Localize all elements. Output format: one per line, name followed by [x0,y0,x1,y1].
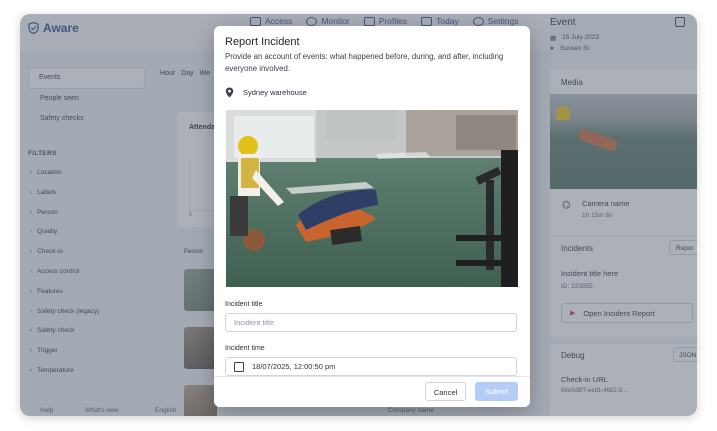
incident-location-text: Sydney warehouse [243,88,307,97]
incident-title-input[interactable] [234,318,494,327]
location-pin-icon [225,87,234,98]
incident-time-value: 18/07/2025, 12:00:50 pm [252,362,336,371]
dialog-description: Provide an account of events: what happe… [225,52,504,73]
dialog-footer: Cancel Submit [214,376,530,407]
incident-photo-image [226,110,518,287]
incident-time-label: Incident time [225,345,265,352]
incident-time-field[interactable]: 18/07/2025, 12:00:50 pm [225,357,517,376]
report-incident-dialog: Report Incident Provide an account of ev… [214,26,530,407]
incident-title-field[interactable] [225,313,517,332]
calendar-icon [234,361,244,372]
app-window: Aware Access Monitor Profiles Today Sett… [20,14,697,416]
submit-button[interactable]: Submit [475,382,518,401]
dialog-title: Report Incident [225,36,300,48]
cancel-button[interactable]: Cancel [425,382,466,401]
incident-title-label: Incident title [225,301,263,308]
incident-photo [226,110,518,287]
incident-location: Sydney warehouse [225,87,307,98]
